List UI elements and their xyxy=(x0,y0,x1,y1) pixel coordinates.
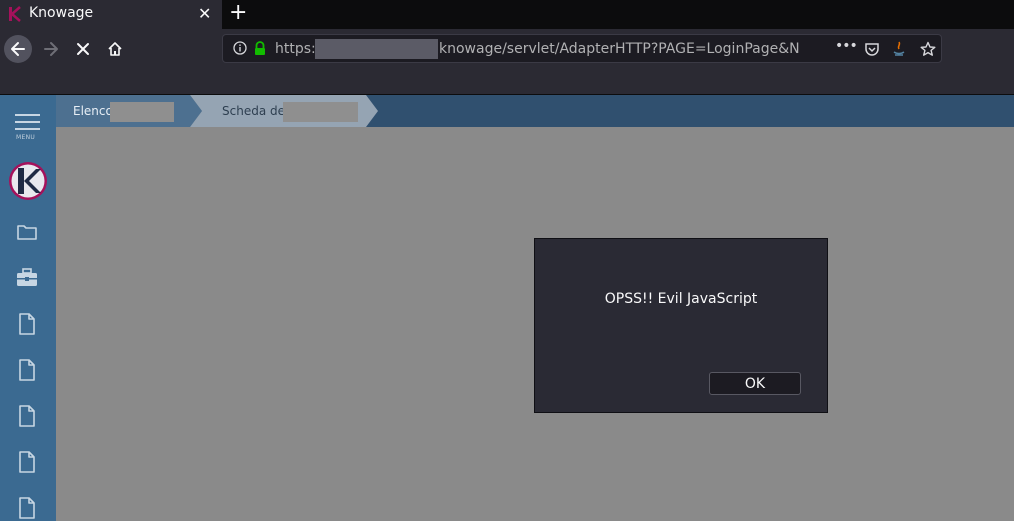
page-content: MENU Elenco Scheda del xyxy=(0,95,1014,521)
tab-close-icon[interactable]: ✕ xyxy=(198,4,211,24)
redacted-breadcrumb-text xyxy=(283,102,358,122)
pocket-icon[interactable] xyxy=(864,41,880,57)
new-tab-button[interactable]: + xyxy=(229,1,247,25)
ok-button[interactable]: OK xyxy=(709,372,801,395)
forward-button[interactable] xyxy=(37,35,65,63)
url-path: knowage/servlet/AdapterHTTP?PAGE=LoginPa… xyxy=(439,41,799,57)
document-icon[interactable] xyxy=(16,497,38,519)
alert-dialog: OPSS!! Evil JavaScript OK xyxy=(534,238,828,413)
redacted-host xyxy=(315,39,438,59)
url-bar[interactable]: https:// knowage/servlet/AdapterHTTP?PAG… xyxy=(222,34,942,63)
home-button[interactable] xyxy=(101,35,129,63)
document-icon[interactable] xyxy=(16,313,38,335)
alert-message: OPSS!! Evil JavaScript xyxy=(604,291,758,307)
document-icon[interactable] xyxy=(16,451,38,473)
java-plugin-icon[interactable] xyxy=(892,41,906,57)
hamburger-menu-icon[interactable] xyxy=(15,112,41,132)
browser-tab-bar: Knowage ✕ + xyxy=(0,0,1014,29)
menu-label: MENU xyxy=(16,134,36,141)
toolbar-spacer xyxy=(0,69,1014,94)
briefcase-icon[interactable] xyxy=(16,266,38,288)
browser-nav-bar: https:// knowage/servlet/AdapterHTTP?PAG… xyxy=(0,29,1014,69)
folder-icon[interactable] xyxy=(16,221,38,243)
browser-tab[interactable]: Knowage ✕ xyxy=(0,0,222,29)
breadcrumb-item-elenco[interactable]: Elenco xyxy=(73,104,113,118)
sidebar: MENU xyxy=(0,95,56,521)
knowage-logo-icon[interactable] xyxy=(8,161,48,201)
info-icon[interactable] xyxy=(233,41,247,55)
more-actions-icon[interactable]: ••• xyxy=(835,38,858,54)
arrow-right-icon xyxy=(44,42,58,56)
document-icon[interactable] xyxy=(16,359,38,381)
arrow-left-icon xyxy=(11,42,25,56)
redacted-breadcrumb-text xyxy=(110,102,174,122)
home-icon xyxy=(108,42,122,56)
stop-button[interactable] xyxy=(69,35,97,63)
close-icon xyxy=(77,43,89,55)
knowage-favicon-icon xyxy=(9,6,21,22)
back-button[interactable] xyxy=(4,35,32,63)
bookmark-star-icon[interactable] xyxy=(920,41,936,57)
tab-title: Knowage xyxy=(29,5,94,21)
breadcrumb-item-scheda[interactable]: Scheda del xyxy=(222,104,288,118)
lock-icon[interactable] xyxy=(253,41,267,56)
document-icon[interactable] xyxy=(16,405,38,427)
breadcrumb: Elenco Scheda del xyxy=(56,95,1014,127)
